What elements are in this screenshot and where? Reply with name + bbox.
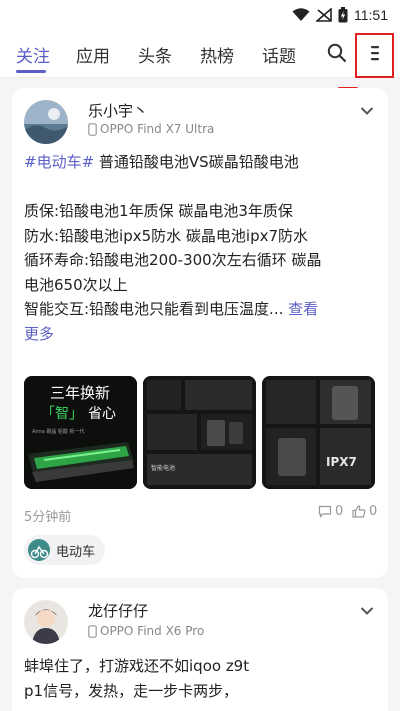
image-caption: 智能电池: [151, 464, 175, 472]
comment-icon: [318, 505, 332, 518]
chevron-down-icon[interactable]: [360, 606, 374, 616]
post-image[interactable]: 智能电池: [143, 376, 256, 489]
comment-button[interactable]: 0: [318, 504, 343, 519]
post-body: 蚌埠住了，打游戏还不如iqoo z9t p1信号，发热，走一步卡两步，: [24, 654, 376, 703]
annotation-highlight-box: [355, 33, 394, 78]
post-image[interactable]: IPX7: [262, 376, 375, 489]
post-line: 循环寿命:铅酸电池200-300次左右循环 碳晶: [24, 251, 322, 269]
chevron-down-icon[interactable]: [360, 106, 374, 116]
image-caption: Aima 碳晶 铅酸 新一代: [32, 428, 85, 435]
thumbs-up-icon: [352, 505, 366, 518]
post-line: 质保:铅酸电池1年质保 碳晶电池3年质保: [24, 202, 293, 220]
battery-charging-icon: [338, 7, 348, 23]
avatar[interactable]: [24, 100, 68, 144]
wifi-icon: [292, 8, 310, 21]
post-card[interactable]: 龙仔仔仔 OPPO Find X6 Pro 蚌埠住了，打游戏还不如iqoo z9…: [12, 588, 388, 711]
tab-headlines[interactable]: 头条: [138, 42, 172, 67]
see-more-link-cont[interactable]: 更多: [24, 322, 376, 347]
tab-follow[interactable]: 关注: [16, 42, 50, 67]
topic-label: 电动车: [56, 544, 96, 560]
post-line-truncated: 智能交互:铅酸电池只能看到电压温度... 查看: [24, 300, 319, 318]
device-name: OPPO Find X7 Ultra: [100, 122, 215, 136]
status-bar: 11:51: [0, 0, 400, 30]
image-caption: IPX7: [326, 455, 357, 469]
tab-topics[interactable]: 话题: [262, 42, 296, 67]
post-line: p1信号，发热，走一步卡两步，: [24, 681, 239, 700]
post-title: #电动车# 普通铅酸电池VS碳晶铅酸电池: [24, 153, 299, 171]
see-more-link[interactable]: 查看: [283, 300, 318, 318]
phone-icon: [88, 624, 97, 638]
device-label: OPPO Find X7 Ultra: [88, 122, 214, 136]
comment-count: 0: [335, 504, 344, 519]
tab-apps[interactable]: 应用: [76, 42, 110, 67]
tab-hot-list[interactable]: 热榜: [200, 42, 234, 67]
username[interactable]: 乐小宇丶: [88, 100, 148, 121]
device-label: OPPO Find X6 Pro: [88, 624, 204, 638]
username[interactable]: 龙仔仔仔: [88, 600, 148, 621]
post-card[interactable]: 乐小宇丶 OPPO Find X7 Ultra #电动车# 普通铅酸电池VS碳晶…: [12, 88, 388, 578]
post-image[interactable]: 三年换新 「智」 省心 Aima 碳晶 铅酸 新一代: [24, 376, 137, 489]
topic-icon: [28, 539, 50, 561]
post-line: 蚌埠住了，打游戏还不如iqoo z9t: [24, 657, 250, 675]
status-time: 11:51: [354, 7, 388, 23]
image-headline: 三年换新: [50, 384, 110, 402]
hashtag-link[interactable]: #电动车#: [24, 153, 94, 171]
avatar[interactable]: [24, 600, 68, 644]
device-name: OPPO Find X6 Pro: [100, 624, 205, 638]
topic-tag[interactable]: 电动车: [24, 535, 106, 565]
image-subheadline: 「智」: [41, 406, 83, 422]
post-time: 5分钟前: [24, 510, 72, 525]
image-subheadline: 省心: [88, 406, 116, 422]
post-line: 防水:铅酸电池ipx5防水 碳晶电池ipx7防水: [24, 226, 309, 245]
phone-icon: [88, 122, 97, 136]
post-line: 电池650次以上: [24, 275, 128, 294]
active-tab-indicator: [16, 70, 46, 73]
status-icons: 11:51: [292, 5, 388, 25]
like-count: 0: [369, 504, 378, 519]
post-body: #电动车# 普通铅酸电池VS碳晶铅酸电池 质保:铅酸电池1年质保 碳晶电池3年质…: [24, 150, 376, 346]
search-icon[interactable]: [327, 43, 347, 63]
top-nav: 关注 应用 头条 热榜 话题: [0, 30, 400, 78]
signal-off-icon: [316, 8, 332, 22]
like-button[interactable]: 0: [352, 504, 377, 519]
